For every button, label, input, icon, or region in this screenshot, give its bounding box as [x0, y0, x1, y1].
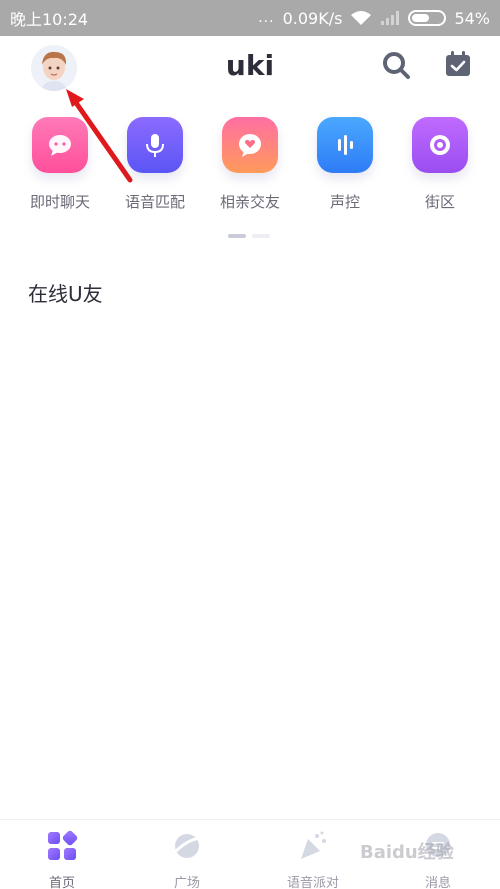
chat-bubble-icon	[49, 135, 71, 156]
planet-icon	[173, 834, 201, 858]
feature-dating[interactable]: 相亲交友	[210, 117, 290, 212]
heart-bubble-icon	[239, 134, 261, 157]
app-header: uki	[0, 36, 500, 100]
wifi-icon	[351, 11, 372, 25]
avatar-icon	[31, 45, 77, 91]
battery-fill	[412, 14, 429, 22]
uki-logo: uki	[226, 50, 274, 82]
feature-label: 街区	[424, 193, 455, 211]
feature-label: 即时聊天	[29, 193, 90, 211]
battery-icon	[408, 10, 447, 26]
search-icon[interactable]	[381, 50, 411, 80]
tab-label: 首页	[48, 876, 75, 889]
feature-tile	[127, 117, 183, 173]
ring-icon	[430, 135, 450, 155]
feature-instant-chat[interactable]: 即时聊天	[20, 117, 100, 212]
signal-icon	[381, 11, 400, 25]
home-grid-icon	[48, 830, 78, 860]
feature-tile	[317, 117, 373, 173]
status-dots: ...	[258, 10, 275, 26]
feature-row: 即时聊天 语音匹配 相亲交友 声控 街区	[0, 117, 500, 217]
calendar-check-icon[interactable]	[443, 49, 473, 79]
page-dot	[252, 234, 270, 238]
status-time: 晚上10:24	[10, 10, 89, 29]
feature-voice-match[interactable]: 语音匹配	[115, 117, 195, 212]
avatar[interactable]	[31, 45, 77, 91]
feature-tile	[222, 117, 278, 173]
page-dot-active	[228, 234, 246, 238]
tab-home[interactable]: 首页	[17, 830, 107, 889]
status-bar: 晚上10:24 ... 0.09K/s 54%	[0, 0, 500, 36]
network-speed: 0.09K/s	[282, 8, 343, 28]
microphone-icon	[146, 134, 164, 157]
section-title-online-friends: 在线U友	[28, 282, 103, 306]
status-indicators: ... 0.09K/s 54%	[258, 9, 490, 28]
feature-voice-control[interactable]: 声控	[305, 117, 385, 212]
tab-label: 语音派对	[286, 876, 339, 889]
tab-label: 消息	[424, 876, 451, 889]
feature-label: 语音匹配	[124, 193, 185, 211]
battery-percent: 54%	[454, 8, 490, 28]
feature-label: 声控	[329, 193, 360, 211]
logo-text: uki	[226, 50, 274, 82]
tab-square[interactable]: 广场	[142, 830, 232, 889]
feature-tile	[32, 117, 88, 173]
page-indicator	[228, 234, 270, 238]
feature-tile	[412, 117, 468, 173]
watermark: Baidu经验	[360, 842, 454, 863]
party-popper-icon	[301, 831, 326, 859]
tab-label: 广场	[173, 876, 200, 889]
sound-wave-icon	[338, 135, 353, 155]
feature-street[interactable]: 街区	[400, 117, 480, 212]
tab-voice-party[interactable]: 语音派对	[268, 830, 358, 889]
feature-label: 相亲交友	[219, 193, 280, 211]
